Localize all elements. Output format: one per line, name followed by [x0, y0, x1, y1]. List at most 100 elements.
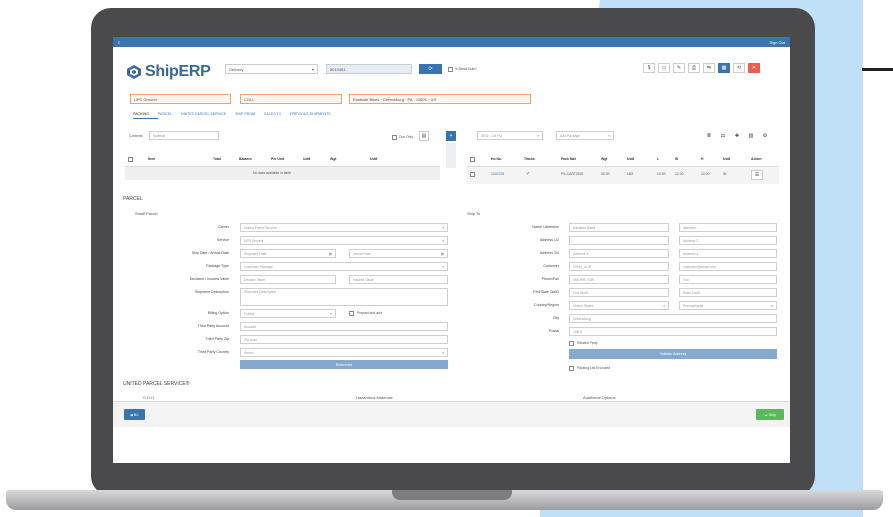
- country-select[interactable]: United States ▾: [569, 301, 669, 310]
- tp-account-input[interactable]: Account: [240, 322, 448, 331]
- address-field[interactable]: Eastside Bikes · Greensburg · PA · 15601…: [349, 94, 531, 104]
- trash-icon[interactable]: ▥: [747, 132, 755, 140]
- doc-only-checkbox[interactable]: [392, 135, 397, 140]
- tab-sales-tx[interactable]: SALES TX: [264, 112, 290, 119]
- state-taxid-input[interactable]: State TaxID: [679, 288, 777, 297]
- attention-input[interactable]: Attention: [679, 223, 777, 232]
- ship-date-input[interactable]: Shipment Date ▦: [240, 249, 336, 258]
- calendar-icon[interactable]: ▦: [441, 252, 444, 256]
- row-w: 12.00: [675, 172, 684, 176]
- tab-previous-shipments[interactable]: PREVIOUS SHIPMENTS: [290, 112, 340, 119]
- mode-field[interactable]: COLL: [240, 94, 342, 104]
- city-input[interactable]: Greensburg: [569, 314, 777, 323]
- package-profile-select[interactable]: 0002 - Ltd PU ▾: [477, 131, 543, 140]
- select-all-checkbox[interactable]: [128, 157, 133, 162]
- break-bulk-checkbox[interactable]: [448, 67, 453, 72]
- tab-ups[interactable]: UNITED PARCEL SERVICE: [181, 112, 235, 119]
- calendar-button[interactable]: ▦: [718, 63, 730, 73]
- tp-zip-input[interactable]: Zip code: [240, 335, 448, 344]
- print-button[interactable]: ⎙: [688, 63, 700, 73]
- row-checkbox[interactable]: [470, 172, 475, 177]
- address1-input[interactable]: [569, 236, 669, 245]
- address3-input[interactable]: Address 3: [569, 249, 669, 258]
- tp-country-select[interactable]: Select... ▾: [240, 348, 448, 357]
- app-screen: ≡ Sign Out ShipERP Delivery ▾ 8010461 ⟳ I…: [113, 37, 790, 463]
- document-number-input[interactable]: 8010461: [326, 64, 412, 74]
- scale-icon[interactable]: ⚖: [719, 132, 727, 140]
- address4-input[interactable]: Address 4: [679, 249, 777, 258]
- carrier-select[interactable]: United Parcel Service ▾: [240, 223, 448, 232]
- fax-input[interactable]: Fax: [679, 275, 777, 284]
- col-uom: UoM: [303, 157, 311, 161]
- arrival-date-input[interactable]: Arrival Date ▦: [349, 249, 448, 258]
- packing-enclosed-checkbox[interactable]: [569, 366, 574, 371]
- refresh-button[interactable]: ⟲: [733, 63, 745, 73]
- service-select[interactable]: UPS Ground ▾: [240, 236, 448, 245]
- go-button[interactable]: ⟳: [419, 64, 442, 74]
- chevron-down-icon: ▾: [311, 66, 314, 72]
- region-select[interactable]: Pennsylvania ▾: [679, 301, 777, 310]
- customer-label: Customer: [543, 264, 559, 268]
- address2-input[interactable]: Address 2: [679, 236, 777, 245]
- gear-icon[interactable]: ⚙: [761, 132, 769, 140]
- package-table-header: [467, 155, 779, 167]
- description-textarea[interactable]: Shipment Description: [240, 288, 448, 306]
- tab-packing[interactable]: PACKING: [133, 112, 158, 119]
- contents-input[interactable]: Material: [149, 131, 219, 140]
- close-button[interactable]: ✕: [748, 63, 760, 73]
- tab-parcel[interactable]: PARCEL: [158, 112, 181, 119]
- phone-input[interactable]: 555-999-7020: [569, 275, 669, 284]
- validate-address-button[interactable]: Validate Address: [569, 349, 777, 359]
- add-button[interactable]: +: [446, 131, 456, 141]
- ship-button[interactable]: ☁ Ship: [756, 409, 784, 420]
- related-party-checkbox[interactable]: [569, 341, 574, 346]
- customer-input[interactable]: 10011_ACR: [569, 262, 669, 271]
- tab-bar: PACKING PARCEL UNITED PARCEL SERVICE SHI…: [133, 112, 340, 119]
- insured-value-input[interactable]: Insured Value: [349, 275, 448, 284]
- tool-button-1[interactable]: ▭: [658, 63, 670, 73]
- name-input[interactable]: Eastside Bikes: [569, 223, 669, 232]
- table-row[interactable]: [467, 167, 779, 184]
- hu-number-link[interactable]: 1000728: [491, 172, 504, 176]
- row-action-menu-icon[interactable]: ☰: [751, 170, 763, 180]
- parcel-section-title: PARCEL: [123, 196, 143, 202]
- select-all-packages-checkbox[interactable]: [470, 157, 475, 162]
- tp-country-label: Third Party Country: [197, 350, 229, 354]
- menu-icon[interactable]: ≡: [118, 40, 120, 45]
- col-item: Item: [148, 157, 155, 161]
- dollar-button[interactable]: $: [643, 63, 655, 73]
- col-wgt: Wgt: [601, 157, 608, 161]
- col-action: Action: [751, 157, 762, 161]
- swap-button[interactable]: ⇆: [703, 63, 715, 73]
- fed-taxid-input[interactable]: Fed TaxID: [569, 288, 669, 297]
- name-label: Name / Attention: [532, 225, 559, 229]
- service-field[interactable]: UPS Ground: [130, 94, 231, 104]
- header: ShipERP: [126, 63, 211, 81]
- reference-button[interactable]: Reference: [240, 360, 448, 369]
- edit-button[interactable]: ✎: [673, 63, 685, 73]
- declared-value-input[interactable]: Declare Value: [240, 275, 336, 284]
- document-icon[interactable]: ▤: [419, 131, 429, 141]
- prepaid-checkbox[interactable]: [349, 311, 354, 316]
- transfer-arrows[interactable]: [446, 143, 456, 168]
- tracked-check-icon: ✔: [526, 171, 531, 177]
- back-button[interactable]: ◀ BC: [124, 409, 145, 420]
- calendar-icon[interactable]: ▦: [329, 252, 332, 256]
- break-bulk-label: Is Break Bulk?: [455, 67, 477, 71]
- plus-icon[interactable]: ✚: [733, 132, 741, 140]
- country-label: Country/Region: [534, 303, 559, 307]
- row-l: 10.00: [657, 172, 666, 176]
- package-type-label: Package Type: [206, 264, 229, 268]
- postal-input[interactable]: 15601: [569, 327, 777, 336]
- list-icon[interactable]: ≣: [705, 132, 713, 140]
- sign-out-link[interactable]: Sign Out: [769, 40, 785, 45]
- mode-select[interactable]: Delivery ▾: [225, 64, 318, 74]
- package-type-select[interactable]: Customer Package ▾: [240, 262, 448, 271]
- city-label: City: [552, 316, 559, 320]
- tab-ship-from[interactable]: SHIP FROM: [235, 112, 264, 119]
- add-package-select[interactable]: Add Package ▾: [556, 131, 614, 140]
- email-input[interactable]: customer@email.com: [679, 262, 777, 271]
- small-parcel-title: Small Parcel: [135, 211, 158, 216]
- billing-option-select[interactable]: Collect ▾: [240, 309, 336, 318]
- ship-date-label: Ship Date / Arrival Date: [191, 251, 229, 255]
